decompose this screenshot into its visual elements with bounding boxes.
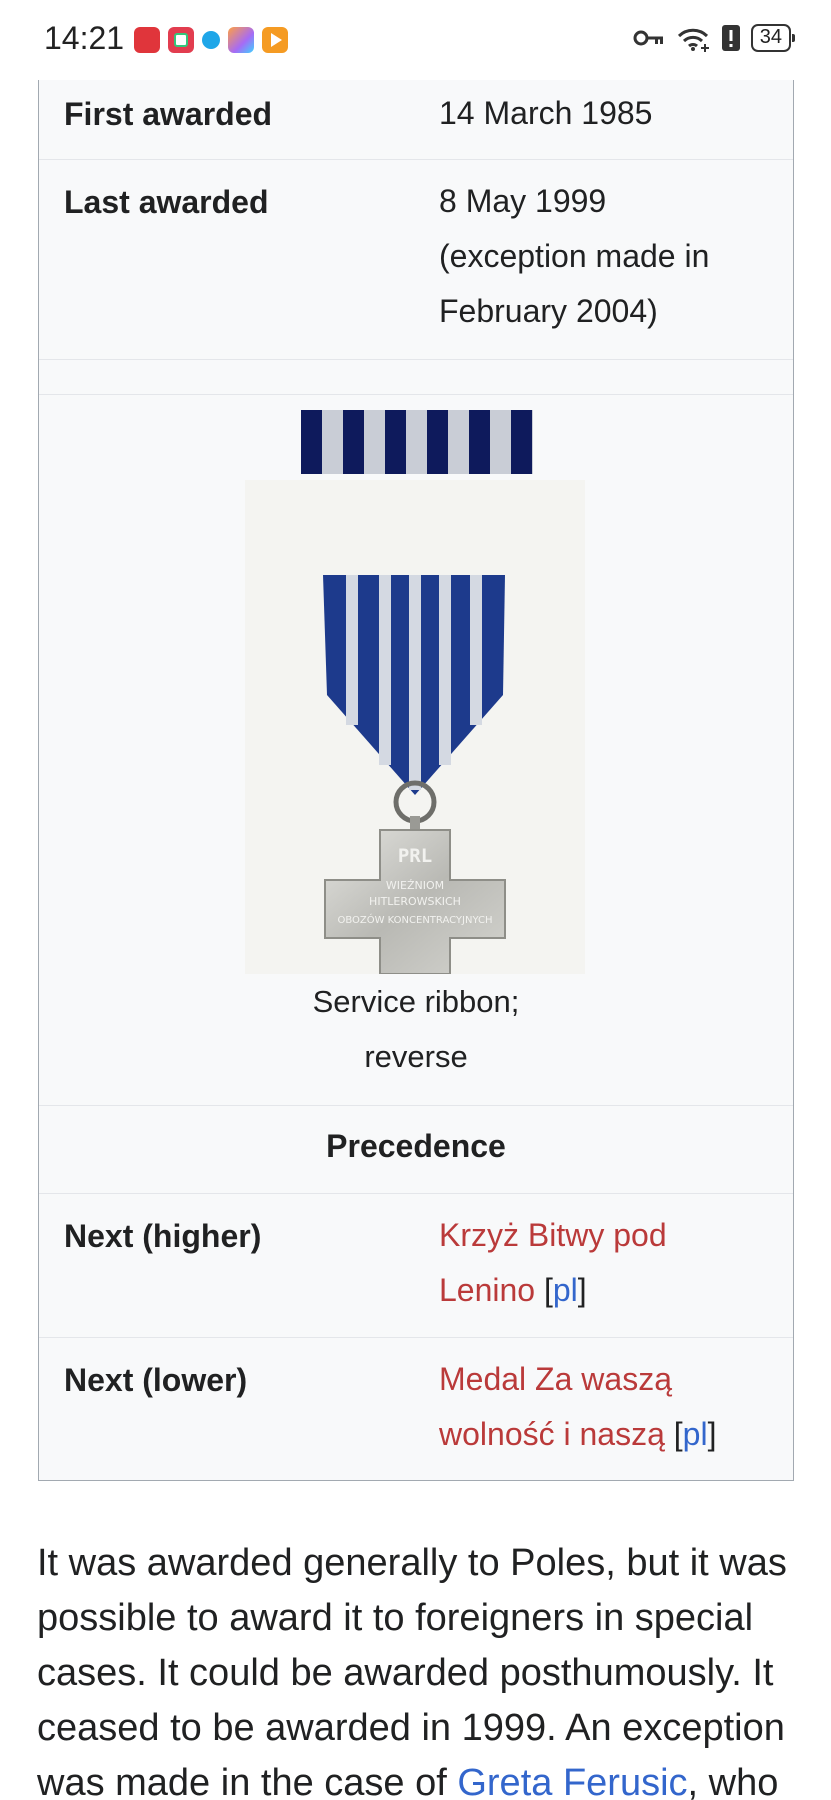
medal-text-line2: WIEŹNIOM bbox=[386, 879, 444, 892]
next-lower-value: Medal Za waszą wolność i naszą [pl] bbox=[439, 1361, 717, 1452]
medal-text-line3: HITLEROWSKICH bbox=[369, 895, 461, 908]
battery-icon: 34 bbox=[750, 24, 796, 52]
medal-text-line4: OBOZÓW KONCENTRACYJNYCH bbox=[337, 913, 492, 926]
key-icon bbox=[633, 24, 665, 52]
browser-app-icon bbox=[202, 31, 220, 49]
image-caption-line1: Service ribbon; bbox=[312, 984, 520, 1019]
infobox: First awarded 14 March 1985 Last awarded… bbox=[38, 80, 794, 1481]
status-bar: 14:21 34 bbox=[0, 0, 831, 80]
next-higher-value: Krzyż Bitwy pod Lenino [pl] bbox=[439, 1217, 667, 1308]
next-lower-link-cont[interactable]: wolność i naszą bbox=[439, 1416, 665, 1452]
precedence-header: Precedence bbox=[326, 1128, 506, 1164]
next-higher-link-cont[interactable]: Lenino bbox=[439, 1272, 535, 1308]
last-awarded-label: Last awarded bbox=[64, 184, 269, 220]
row-next-lower: Next (lower) Medal Za waszą wolność i na… bbox=[39, 1338, 793, 1481]
last-awarded-value: 8 May 1999 (exception made in February 2… bbox=[439, 183, 710, 329]
next-lower-pl-link[interactable]: pl bbox=[683, 1416, 708, 1452]
next-higher-pl-link[interactable]: pl bbox=[553, 1272, 578, 1308]
alert-icon bbox=[721, 24, 741, 52]
gallery-app-icon bbox=[228, 27, 254, 53]
next-lower-link[interactable]: Medal Za waszą bbox=[439, 1361, 672, 1397]
next-higher-label: Next (higher) bbox=[64, 1218, 262, 1254]
home-app-icon bbox=[168, 27, 194, 53]
first-awarded-label: First awarded bbox=[64, 96, 273, 132]
video-app-icon bbox=[262, 27, 288, 53]
row-next-higher: Next (higher) Krzyż Bitwy pod Lenino [pl… bbox=[39, 1194, 793, 1338]
greta-ferusic-link[interactable]: Greta Ferusic bbox=[457, 1762, 687, 1800]
service-ribbon-image[interactable] bbox=[301, 410, 533, 474]
next-higher-link[interactable]: Krzyż Bitwy pod bbox=[439, 1217, 667, 1253]
medal-reverse-image[interactable]: PRL WIEŹNIOM HITLEROWSKICH OBOZÓW KONCEN… bbox=[245, 480, 585, 975]
spacer-row bbox=[39, 360, 793, 395]
wifi-icon bbox=[675, 24, 711, 52]
first-awarded-value: 14 March 1985 bbox=[439, 95, 653, 131]
notification-icons bbox=[134, 27, 288, 53]
system-icons: 34 bbox=[633, 24, 796, 52]
article-paragraph: It was awarded generally to Poles, but i… bbox=[37, 1536, 797, 1800]
next-lower-label: Next (lower) bbox=[64, 1362, 248, 1398]
row-first-awarded: First awarded 14 March 1985 bbox=[39, 80, 793, 160]
image-caption-line2: reverse bbox=[364, 1039, 468, 1074]
medal-text-prl: PRL bbox=[398, 845, 432, 867]
huawei-app-icon bbox=[134, 27, 160, 53]
status-time: 14:21 bbox=[44, 20, 125, 56]
row-last-awarded: Last awarded 8 May 1999 (exception made … bbox=[39, 160, 793, 360]
